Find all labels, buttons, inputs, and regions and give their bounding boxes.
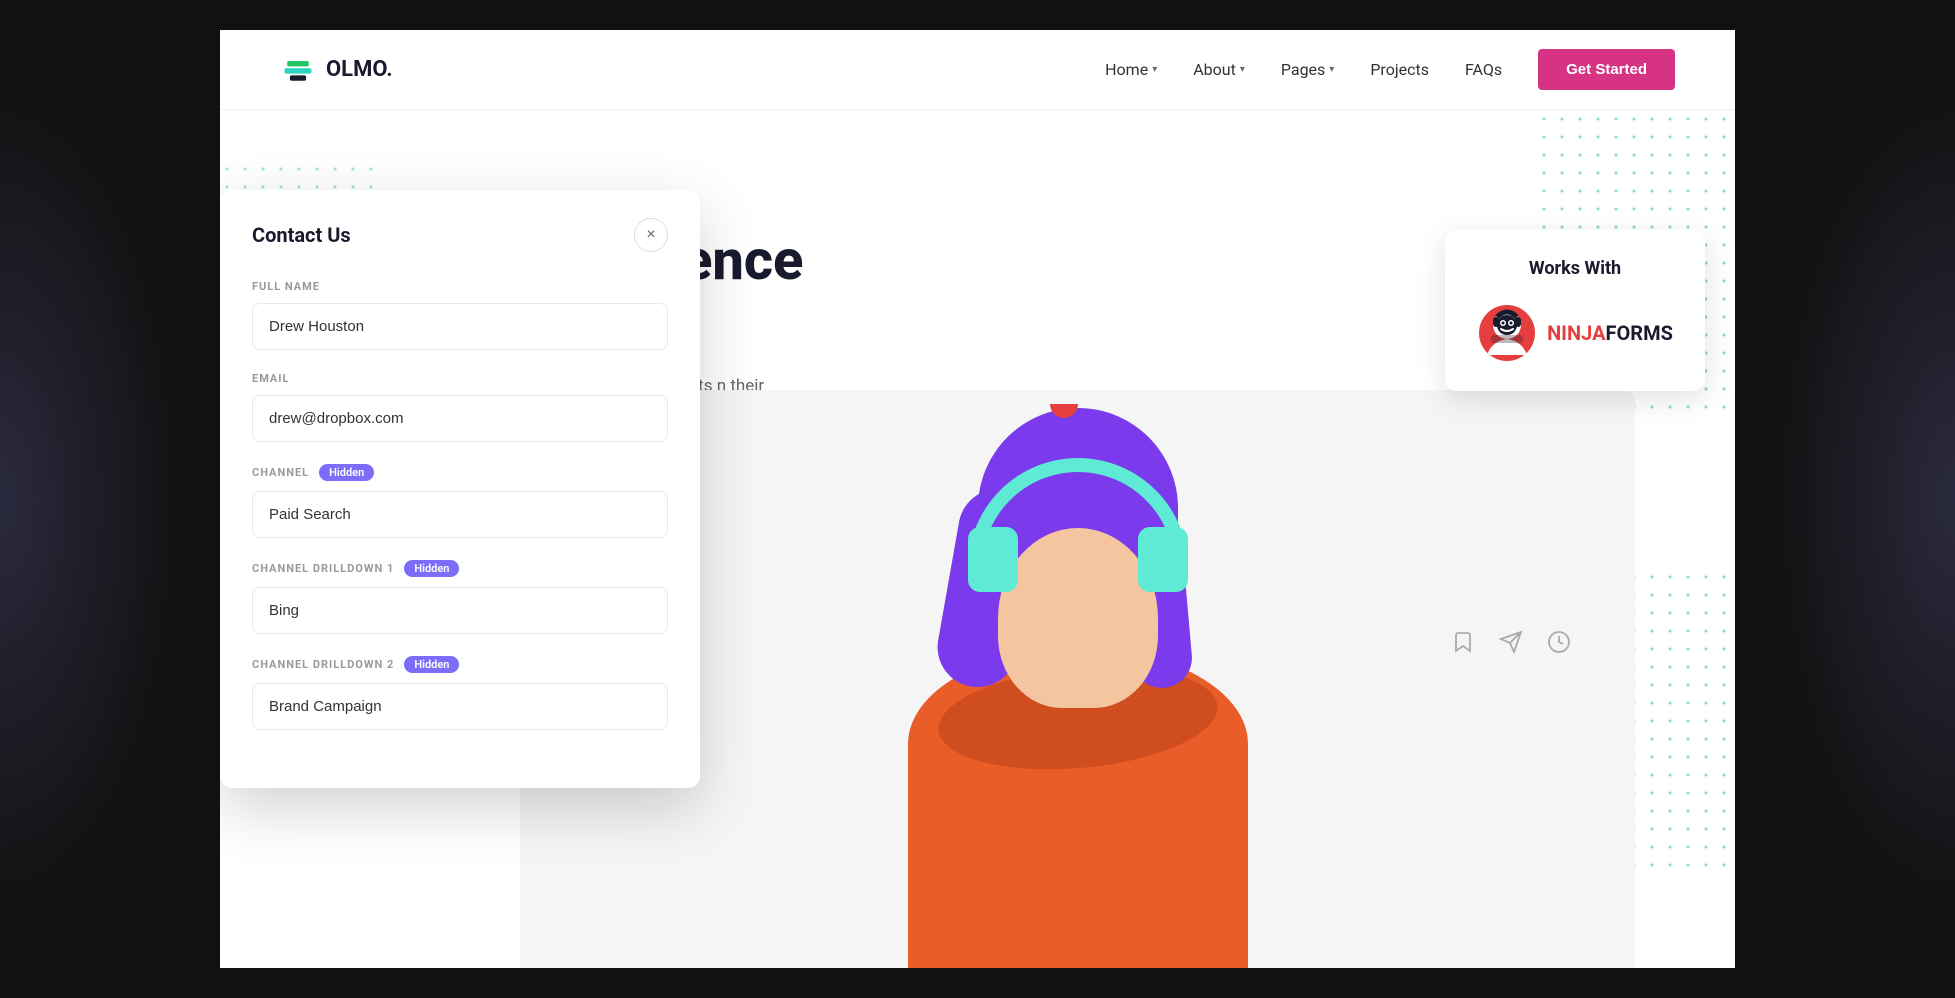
nav-pages-arrow: ▾ <box>1329 64 1334 75</box>
works-with-card: Works With NINJ <box>1445 230 1705 391</box>
channel-drilldown-1-label: CHANNEL DRILLDOWN 1 Hidden <box>252 560 668 577</box>
channel-drilldown-1-input[interactable] <box>252 587 668 634</box>
dark-overlay-left <box>0 0 220 998</box>
ninja-forms-text: NINJAFORMS <box>1547 321 1673 345</box>
modal-header: Contact Us × <box>252 218 668 252</box>
full-name-group: FULL NAME <box>252 280 668 350</box>
full-name-label: FULL NAME <box>252 280 668 293</box>
email-input[interactable] <box>252 395 668 442</box>
channel-drilldown-1-hidden-badge: Hidden <box>404 560 459 577</box>
channel-label: CHANNEL Hidden <box>252 464 668 481</box>
nav-about[interactable]: About ▾ <box>1193 60 1245 79</box>
modal-close-button[interactable]: × <box>634 218 668 252</box>
channel-drilldown-1-group: CHANNEL DRILLDOWN 1 Hidden <box>252 560 668 634</box>
site-logo[interactable]: OLMO. <box>280 52 393 88</box>
works-with-title: Works With <box>1473 258 1677 279</box>
nav-home-arrow: ▾ <box>1152 64 1157 75</box>
headphone-right-cup <box>1138 527 1188 592</box>
nav-faqs[interactable]: FAQs <box>1465 60 1502 79</box>
action-icons-row <box>1451 630 1575 658</box>
channel-hidden-badge: Hidden <box>319 464 374 481</box>
modal-title: Contact Us <box>252 223 351 247</box>
logo-icon <box>280 52 316 88</box>
contact-modal: Contact Us × FULL NAME EMAIL CHANNEL Hid… <box>220 190 700 788</box>
nav-about-arrow: ▾ <box>1240 64 1245 75</box>
dark-overlay-top <box>0 0 1955 30</box>
ninja-forms-icon <box>1477 303 1537 363</box>
channel-drilldown-2-group: CHANNEL DRILLDOWN 2 Hidden <box>252 656 668 730</box>
bookmark-icon[interactable] <box>1451 630 1479 658</box>
send-icon[interactable] <box>1499 630 1527 658</box>
channel-drilldown-2-input[interactable] <box>252 683 668 730</box>
channel-drilldown-2-label: CHANNEL DRILLDOWN 2 Hidden <box>252 656 668 673</box>
email-group: EMAIL <box>252 372 668 442</box>
channel-group: CHANNEL Hidden <box>252 464 668 538</box>
site-content: asiest way to licence c for your brand e… <box>220 110 1735 968</box>
headphone-left-cup <box>968 527 1018 592</box>
nav-pages[interactable]: Pages ▾ <box>1281 60 1334 79</box>
clock-icon[interactable] <box>1547 630 1575 658</box>
get-started-button[interactable]: Get Started <box>1538 49 1675 90</box>
ninja-forms-logo: NINJAFORMS <box>1473 303 1677 363</box>
email-label: EMAIL <box>252 372 668 385</box>
hero-person <box>888 488 1268 968</box>
site-navigation: OLMO. Home ▾ About ▾ Pages ▾ Projects FA… <box>220 30 1735 110</box>
full-name-input[interactable] <box>252 303 668 350</box>
dark-overlay-right <box>1735 0 1955 998</box>
logo-text: OLMO. <box>326 57 393 82</box>
channel-input[interactable] <box>252 491 668 538</box>
nav-links: Home ▾ About ▾ Pages ▾ Projects FAQs Get… <box>1105 49 1675 90</box>
channel-drilldown-2-hidden-badge: Hidden <box>404 656 459 673</box>
nav-projects[interactable]: Projects <box>1370 60 1429 79</box>
nav-home[interactable]: Home ▾ <box>1105 60 1157 79</box>
dark-overlay-bottom <box>0 968 1955 998</box>
